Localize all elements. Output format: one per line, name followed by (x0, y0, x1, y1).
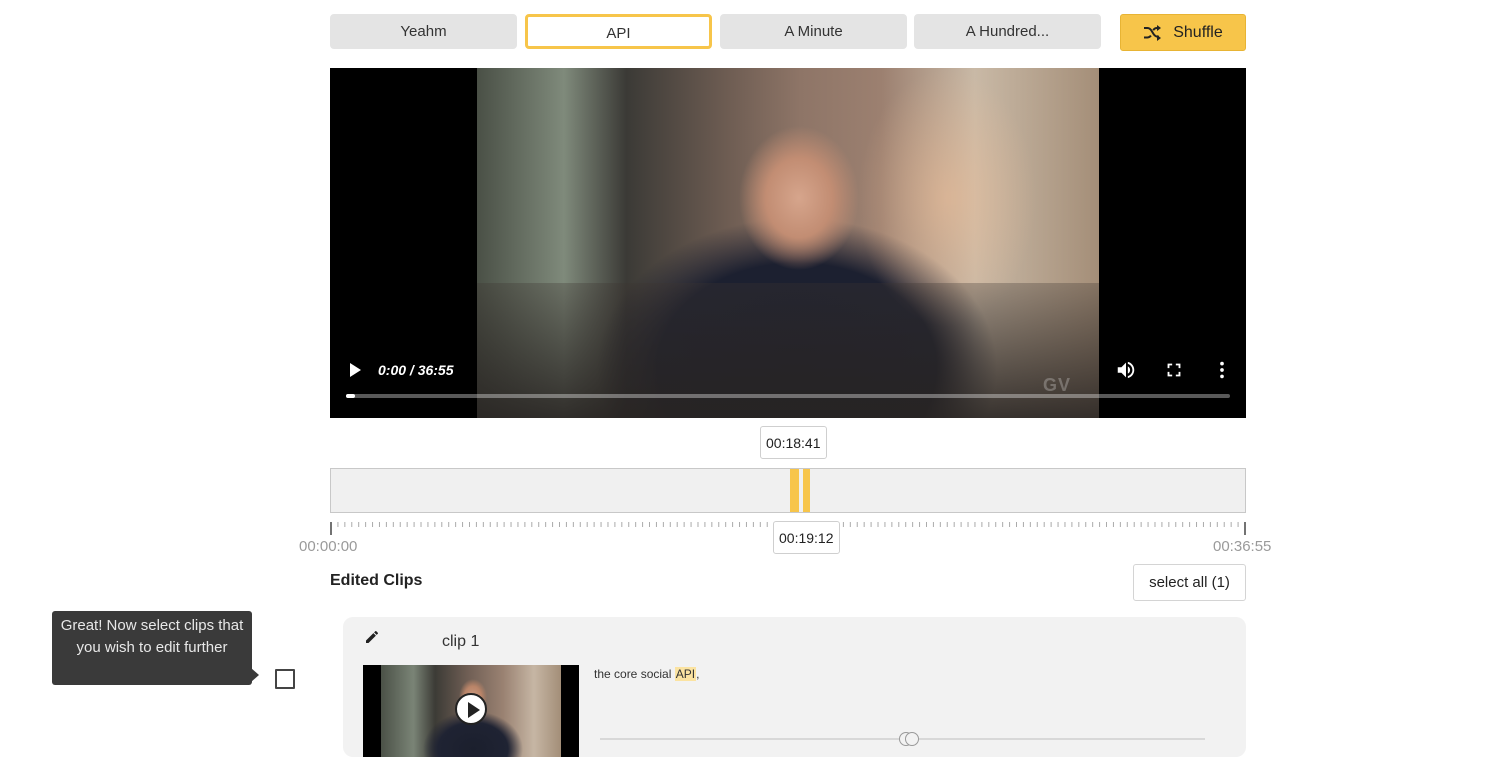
video-player[interactable]: GV 0:00 / 36:55 (330, 68, 1246, 418)
timeline-end-label: 00:36:55 (1213, 538, 1272, 555)
onboarding-tooltip: Great! Now select clips that you wish to… (52, 611, 252, 685)
clip-range-slider[interactable] (600, 732, 1205, 746)
timeline-start-label: 00:00:00 (299, 538, 358, 555)
clip-card: clip 1 the core social API, (343, 617, 1246, 757)
video-progress-fill (346, 394, 355, 398)
video-progress-bar[interactable] (346, 394, 1230, 398)
fullscreen-icon[interactable] (1163, 359, 1185, 381)
video-frame: GV (477, 68, 1099, 418)
clip-transcript-after: , (696, 667, 700, 681)
tooltip-arrow (251, 668, 259, 682)
clip-range-end-knob[interactable] (905, 732, 919, 746)
keyword-button-a-minute[interactable]: A Minute (720, 14, 907, 49)
clip-thumbnail[interactable] (363, 665, 579, 757)
pencil-icon[interactable] (364, 629, 380, 645)
clip-end-handle[interactable] (803, 469, 810, 512)
video-time-display: 0:00 / 36:55 (378, 362, 454, 378)
shuffle-button[interactable]: Shuffle (1120, 14, 1246, 51)
play-icon[interactable] (346, 360, 364, 380)
shuffle-icon (1144, 24, 1162, 41)
video-watermark: GV (1042, 375, 1071, 395)
keyword-button-api[interactable]: API (525, 14, 712, 49)
clip-select-checkbox[interactable] (275, 669, 295, 689)
play-icon[interactable] (455, 693, 487, 725)
select-all-button[interactable]: select all (1) (1133, 564, 1246, 601)
shuffle-label: Shuffle (1173, 23, 1223, 41)
timeline-track[interactable] (330, 468, 1246, 513)
clip-start-handle[interactable] (790, 469, 799, 512)
clip-title: clip 1 (442, 633, 480, 650)
clip-transcript-before: the core social (594, 667, 675, 681)
volume-icon[interactable] (1115, 359, 1137, 381)
keyword-button-a-hundred[interactable]: A Hundred... (914, 14, 1101, 49)
keyword-button-yeahm[interactable]: Yeahm (330, 14, 517, 49)
clip-transcript-highlight: API (674, 667, 697, 681)
clip-start-time-tooltip: 00:18:41 (760, 426, 827, 459)
clip-end-time-tooltip: 00:19:12 (773, 521, 840, 554)
more-options-icon[interactable] (1211, 359, 1233, 381)
edited-clips-title: Edited Clips (330, 572, 423, 589)
clip-transcript: the core social API, (594, 667, 699, 681)
